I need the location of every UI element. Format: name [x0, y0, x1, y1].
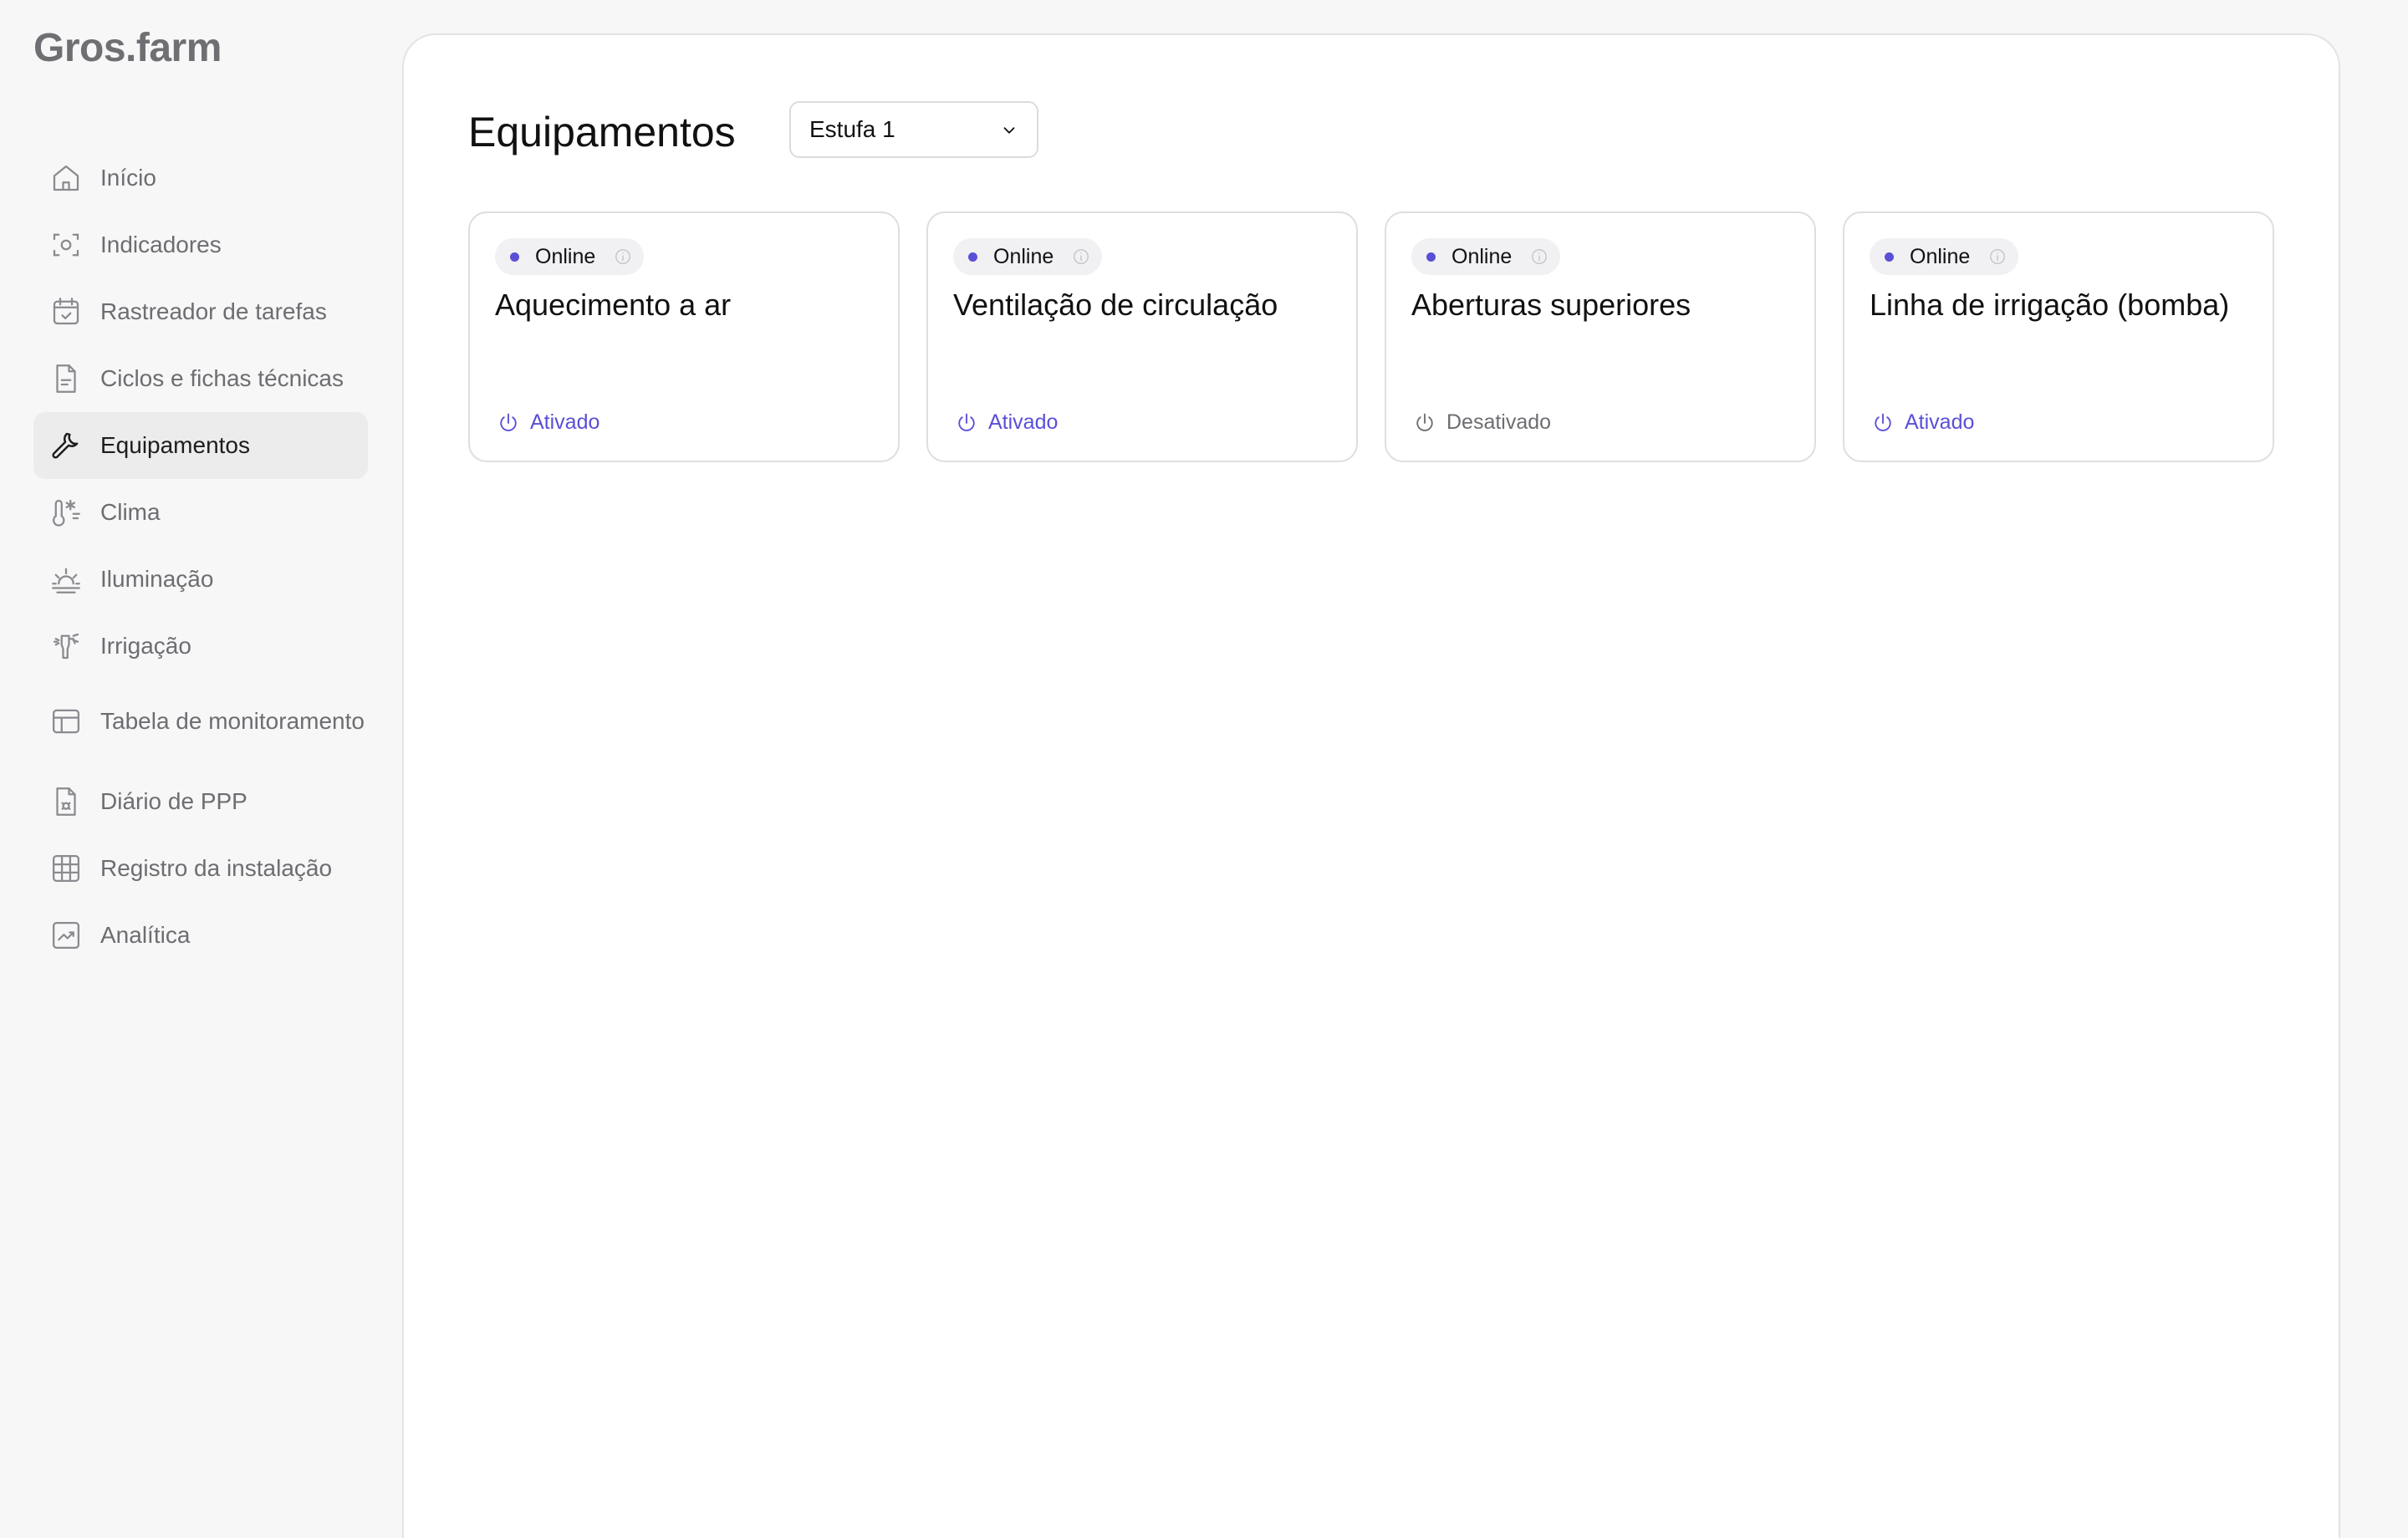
sidebar-item-clima[interactable]: Clima	[33, 479, 368, 546]
status-dot	[968, 252, 977, 262]
main-panel: Equipamentos Estufa 1 Online Aquecimento…	[402, 33, 2340, 1538]
equipment-cards: Online Aquecimento a ar Ativado Online V…	[468, 211, 2278, 462]
sidebar: Gros.farm Início Indicadores Rastreador …	[0, 0, 401, 1505]
status-text: Online	[535, 244, 596, 268]
sidebar-item-label: Indicadores	[100, 232, 222, 257]
sidebar-nav: Início Indicadores Rastreador de tarefas…	[33, 145, 368, 969]
chart-icon	[48, 918, 84, 953]
equipment-name: Linha de irrigação (bomba)	[1870, 288, 2230, 322]
sidebar-item-label: Analítica	[100, 922, 191, 948]
info-icon[interactable]	[1072, 247, 1090, 266]
status-dot	[1426, 252, 1436, 262]
sidebar-item-label: Ciclos e fichas técnicas	[100, 365, 344, 391]
power-state-label: Ativado	[530, 410, 600, 434]
sprinkler-icon	[48, 629, 84, 664]
sidebar-item-rastreador[interactable]: Rastreador de tarefas	[33, 278, 368, 345]
power-toggle[interactable]: Desativado	[1413, 410, 1551, 435]
equipment-card[interactable]: Online Linha de irrigação (bomba) Ativad…	[1843, 211, 2274, 462]
equipment-name: Aquecimento a ar	[495, 288, 732, 322]
status-badge: Online	[1870, 238, 2019, 275]
power-toggle[interactable]: Ativado	[955, 410, 1058, 435]
sidebar-item-label: Rastreador de tarefas	[100, 298, 327, 324]
status-text: Online	[1451, 244, 1513, 268]
sidebar-item-label: Início	[100, 165, 156, 191]
sidebar-item-label: Irrigação	[100, 633, 191, 659]
info-icon[interactable]	[1988, 247, 2007, 266]
status-badge: Online	[953, 238, 1103, 275]
equipment-card[interactable]: Online Aberturas superiores Desativado	[1385, 211, 1816, 462]
power-state-label: Desativado	[1446, 410, 1552, 434]
camera-icon	[48, 227, 84, 262]
app-logo[interactable]: Gros.farm	[33, 25, 222, 71]
wrench-icon	[48, 428, 84, 463]
sidebar-item-registro[interactable]: Registro da instalação	[33, 835, 368, 902]
grid-icon	[48, 851, 84, 886]
home-icon	[48, 160, 84, 196]
power-state-label: Ativado	[1905, 410, 1975, 434]
table-icon	[48, 704, 84, 739]
equipment-name: Ventilação de circulação	[953, 288, 1278, 322]
power-icon	[500, 413, 517, 431]
sidebar-item-equipamentos[interactable]: Equipamentos	[33, 412, 368, 479]
power-icon	[958, 413, 975, 431]
status-badge: Online	[495, 238, 645, 275]
power-toggle[interactable]: Ativado	[1871, 410, 1974, 435]
sidebar-item-label: Tabela de monitoramento	[100, 708, 365, 734]
status-text: Online	[993, 244, 1054, 268]
sidebar-item-indicadores[interactable]: Indicadores	[33, 211, 368, 278]
sunrise-icon	[48, 562, 84, 597]
greenhouse-select[interactable]: Estufa 1	[789, 101, 1038, 158]
calendar-check-icon	[48, 294, 84, 329]
sidebar-item-ciclos[interactable]: Ciclos e fichas técnicas	[33, 345, 368, 412]
status-dot	[510, 252, 519, 262]
sidebar-item-label: Equipamentos	[100, 432, 251, 458]
sidebar-item-label: Registro da instalação	[100, 855, 333, 881]
sidebar-item-tabela[interactable]: Tabela de monitoramento	[33, 681, 368, 761]
equipment-card[interactable]: Online Ventilação de circulação Ativado	[926, 211, 1358, 462]
sidebar-item-iluminacao[interactable]: Iluminação	[33, 546, 368, 613]
chevron-down-icon	[1003, 127, 1015, 134]
sidebar-item-diario[interactable]: Diário de PPP	[33, 768, 368, 835]
page-title: Equipamentos	[468, 109, 736, 155]
info-icon[interactable]	[614, 247, 632, 266]
info-icon[interactable]	[1530, 247, 1548, 266]
sidebar-item-label: Clima	[100, 499, 161, 525]
power-state-label: Ativado	[988, 410, 1059, 434]
thermometer-icon	[48, 495, 84, 530]
status-dot	[1885, 252, 1894, 262]
bug-document-icon	[48, 784, 84, 819]
document-icon	[48, 361, 84, 396]
status-text: Online	[1910, 244, 1971, 268]
sidebar-item-label: Iluminação	[100, 566, 214, 592]
status-badge: Online	[1411, 238, 1561, 275]
greenhouse-select-value: Estufa 1	[809, 116, 895, 142]
sidebar-item-irrigacao[interactable]: Irrigação	[33, 613, 368, 680]
sidebar-item-label: Diário de PPP	[100, 788, 247, 814]
equipment-card[interactable]: Online Aquecimento a ar Ativado	[468, 211, 900, 462]
power-toggle[interactable]: Ativado	[497, 410, 599, 435]
sidebar-item-analitica[interactable]: Analítica	[33, 902, 368, 969]
power-icon	[1875, 413, 1891, 431]
equipment-name: Aberturas superiores	[1411, 288, 1691, 322]
power-icon	[1416, 413, 1433, 431]
sidebar-item-inicio[interactable]: Início	[33, 145, 368, 211]
